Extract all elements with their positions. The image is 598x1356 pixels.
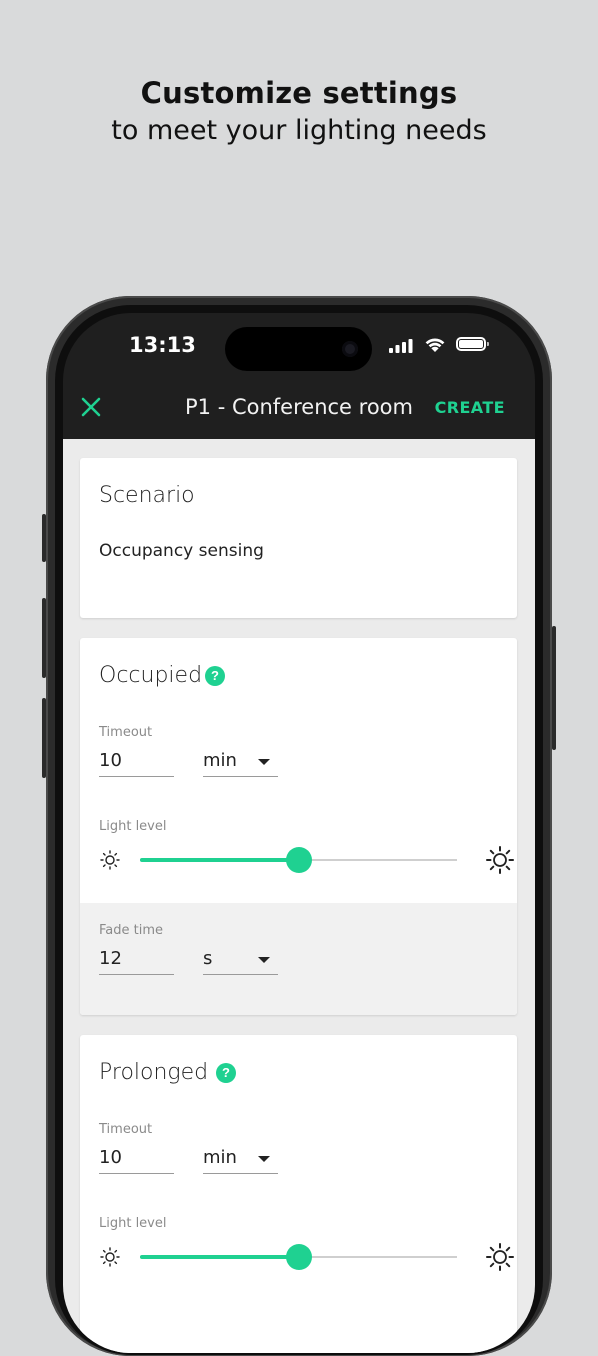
fade-time-value: 12 [99, 948, 122, 969]
occupied-light-level-label: Light level [99, 819, 167, 834]
prolonged-light-level-label: Light level [99, 1216, 167, 1231]
scenario-card: Scenario Occupancy sensing [80, 458, 517, 618]
battery-icon [456, 337, 489, 351]
slider-fill [140, 858, 299, 862]
prolonged-title: Prolonged [99, 1060, 209, 1085]
dropdown-caret-icon [258, 759, 270, 765]
phone-side-button [552, 626, 556, 750]
fade-time-panel: Fade time 12 s [80, 903, 517, 1015]
sun-dim-icon [100, 850, 120, 870]
phone-side-button [42, 698, 46, 778]
occupied-help-icon[interactable]: ? [205, 666, 225, 686]
occupied-light-level-slider[interactable] [99, 845, 514, 875]
occupied-timeout-input[interactable]: 10 [99, 746, 174, 777]
cellular-signal-icon [389, 339, 413, 353]
slider-thumb[interactable] [285, 1244, 312, 1270]
occupied-timeout-unit-select[interactable]: min [203, 746, 278, 777]
prolonged-timeout-input[interactable]: 10 [99, 1143, 174, 1174]
scenario-value[interactable]: Occupancy sensing [99, 541, 264, 561]
prolonged-timeout-label: Timeout [99, 1122, 153, 1137]
dropdown-caret-icon [258, 957, 270, 963]
marketing-headline: Customize settings to meet your lighting… [0, 74, 598, 150]
phone-side-button [42, 514, 46, 562]
prolonged-card: Prolonged ? Timeout 10 min Light level [80, 1035, 517, 1353]
occupied-timeout-label: Timeout [99, 725, 153, 740]
fade-time-input[interactable]: 12 [99, 944, 174, 975]
sun-bright-icon [486, 846, 514, 874]
status-time: 13:13 [129, 333, 196, 357]
scenario-title: Scenario [99, 483, 195, 508]
dynamic-island [225, 327, 372, 371]
occupied-timeout-unit: min [203, 750, 237, 771]
phone-screen: 13:13 P1 - Conference room CREATE Scenar… [63, 313, 535, 1353]
fade-time-unit-select[interactable]: s [203, 944, 278, 975]
wifi-icon [425, 338, 445, 352]
occupied-timeout-value: 10 [99, 750, 122, 771]
prolonged-timeout-unit-select[interactable]: min [203, 1143, 278, 1174]
prolonged-timeout-unit: min [203, 1147, 237, 1168]
slider-thumb[interactable] [285, 847, 312, 873]
fade-time-unit: s [203, 948, 213, 969]
settings-content: Scenario Occupancy sensing Occupied ? Ti… [63, 439, 535, 1353]
headline-title: Customize settings [140, 76, 458, 110]
prolonged-light-level-slider[interactable] [99, 1242, 514, 1272]
fade-time-label: Fade time [99, 923, 164, 938]
prolonged-timeout-value: 10 [99, 1147, 122, 1168]
camera-icon [342, 341, 358, 357]
occupied-title: Occupied [99, 663, 203, 688]
sun-bright-icon [486, 1243, 514, 1271]
prolonged-help-icon[interactable]: ? [216, 1063, 236, 1083]
dropdown-caret-icon [258, 1156, 270, 1162]
status-bar: 13:13 [63, 313, 535, 383]
occupied-card: Occupied ? Timeout 10 min Light level Fa… [80, 638, 517, 1015]
slider-fill [140, 1255, 299, 1259]
headline-subtitle: to meet your lighting needs [111, 115, 487, 146]
sun-dim-icon [100, 1247, 120, 1267]
phone-side-button [42, 598, 46, 678]
app-bar: P1 - Conference room CREATE [63, 383, 535, 439]
create-button[interactable]: CREATE [435, 398, 505, 417]
